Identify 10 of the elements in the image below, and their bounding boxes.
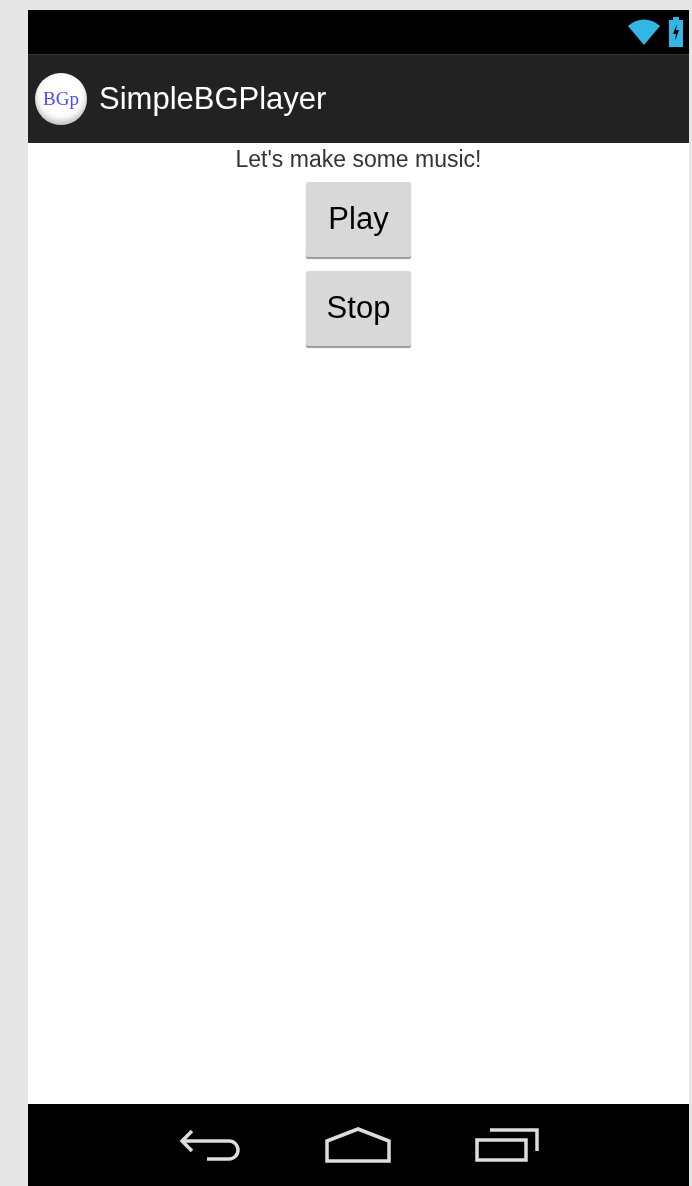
wifi-icon	[627, 18, 661, 46]
back-icon	[178, 1129, 241, 1161]
action-button[interactable]: Play	[306, 182, 411, 257]
recent-apps-icon	[474, 1128, 539, 1162]
battery-icon	[669, 17, 683, 47]
app-title: SimpleBGPlayer	[99, 79, 327, 118]
home-icon	[324, 1127, 391, 1163]
action-button[interactable]: Stop	[306, 271, 411, 346]
app-logo: BGp	[35, 73, 87, 125]
message-text: Let's make some music!	[235, 145, 482, 173]
